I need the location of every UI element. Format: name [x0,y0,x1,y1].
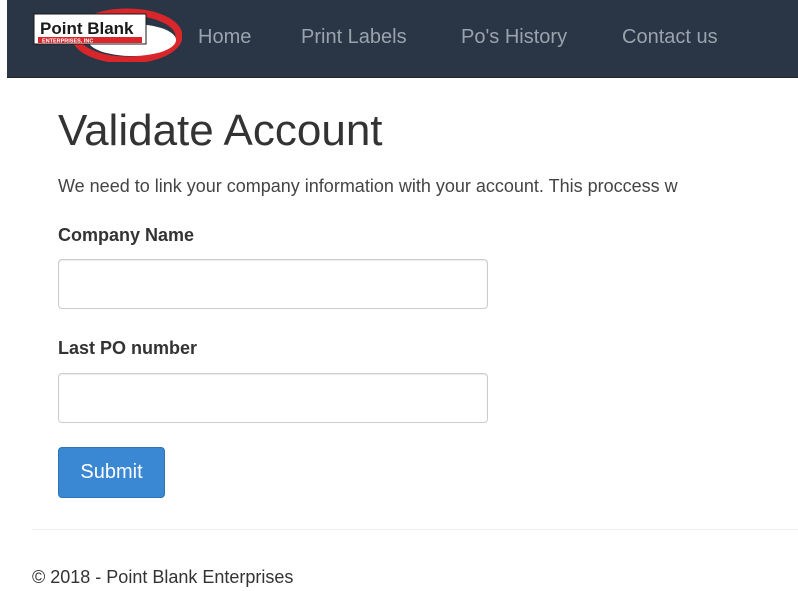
intro-text: We need to link your company information… [58,176,678,196]
nav-home-link[interactable]: Home [198,26,251,49]
nav-contact-link[interactable]: Contact us [622,26,718,49]
nav-po-history-link[interactable]: Po's History [461,26,567,49]
logo-line2: ENTERPRISES, INC [42,39,93,45]
point-blank-logo[interactable]: Point Blank ENTERPRISES, INC [32,6,183,64]
logo-line1: Point Blank [40,19,134,38]
top-navbar: Point Blank ENTERPRISES, INC Home Print … [7,0,798,78]
submit-button[interactable]: Submit [58,447,165,498]
company-name-input[interactable] [58,259,488,309]
footer-divider [32,529,798,530]
page-title: Validate Account [58,106,383,155]
footer-copyright: © 2018 - Point Blank Enterprises [32,567,294,587]
last-po-number-input[interactable] [58,373,488,423]
nav-print-labels-link[interactable]: Print Labels [301,26,407,49]
last-po-number-label: Last PO number [58,338,198,358]
company-name-label: Company Name [58,225,195,245]
logo-graphic: Point Blank ENTERPRISES, INC [33,8,183,64]
